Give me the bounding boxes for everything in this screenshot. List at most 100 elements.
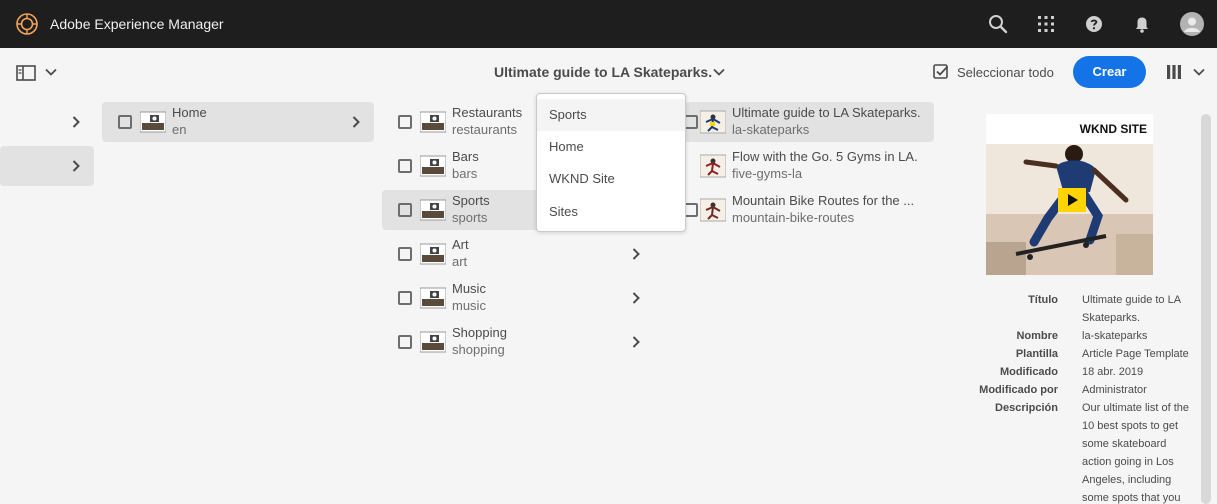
- item-name: sports: [452, 210, 488, 225]
- item-name: shopping: [452, 342, 505, 357]
- column-item-home[interactable]: Home en: [102, 102, 374, 142]
- page-thumbnail-icon: [420, 111, 446, 133]
- create-button[interactable]: Crear: [1073, 56, 1146, 88]
- item-title: Art: [452, 237, 469, 252]
- column-item[interactable]: [0, 102, 94, 142]
- view-chevron-down-icon[interactable]: [1193, 67, 1205, 77]
- app-title: Adobe Experience Manager: [50, 16, 224, 32]
- meta-value-modified-by: Administrator: [1082, 384, 1147, 396]
- item-title: Flow with the Go. 5 Gyms in LA.: [732, 149, 918, 164]
- meta-value-description-line: Our ultimate list of the: [1082, 402, 1189, 414]
- meta-value-modified: 18 abr. 2019: [1082, 366, 1144, 378]
- item-checkbox[interactable]: [684, 115, 698, 129]
- action-bar: Ultimate guide to LA Skateparks. Selecci…: [0, 48, 1217, 96]
- aem-logo-icon[interactable]: [16, 13, 38, 35]
- chevron-right-icon[interactable]: [632, 336, 640, 348]
- article-thumbnail-icon: [700, 198, 726, 222]
- item-name: en: [172, 122, 187, 137]
- search-icon[interactable]: [986, 12, 1010, 36]
- article-thumbnail-icon: [700, 110, 726, 134]
- column-item[interactable]: Music music: [382, 278, 654, 318]
- meta-value-title-line1: Ultimate guide to LA: [1082, 294, 1182, 306]
- user-avatar-icon[interactable]: [1180, 12, 1204, 36]
- item-checkbox[interactable]: [398, 247, 412, 261]
- item-title: Bars: [452, 149, 479, 164]
- breadcrumb-chevron-down-icon[interactable]: [713, 67, 725, 77]
- select-all-label: Seleccionar todo: [957, 64, 1054, 80]
- breadcrumb-menu-item[interactable]: Home: [537, 131, 685, 163]
- column-item-selected[interactable]: Ultimate guide to LA Skateparks. la-skat…: [682, 102, 934, 142]
- item-name: la-skateparks: [732, 122, 810, 137]
- apps-grid-icon[interactable]: [1034, 12, 1058, 36]
- meta-value-template: Article Page Template: [1082, 348, 1189, 360]
- item-name: five-gyms-la: [732, 166, 803, 181]
- item-checkbox[interactable]: [398, 159, 412, 173]
- item-title: Music: [452, 281, 486, 296]
- item-name: bars: [452, 166, 478, 181]
- item-checkbox[interactable]: [398, 291, 412, 305]
- item-name: mountain-bike-routes: [732, 210, 855, 225]
- chevron-right-icon[interactable]: [72, 160, 80, 172]
- item-checkbox[interactable]: [118, 115, 132, 129]
- chevron-right-icon[interactable]: [72, 116, 80, 128]
- column-item[interactable]: Mountain Bike Routes for the ... mountai…: [682, 190, 934, 230]
- preview-brand-text: WKND SITE: [1080, 122, 1147, 136]
- item-title: Mountain Bike Routes for the ...: [732, 193, 915, 208]
- column-root: [0, 96, 94, 504]
- meta-label-template: Plantilla: [1015, 348, 1058, 360]
- column-item[interactable]: Art art: [382, 234, 654, 274]
- item-name: restaurants: [452, 122, 518, 137]
- column-articles: Ultimate guide to LA Skateparks. la-skat…: [682, 96, 934, 504]
- page-thumbnail-icon: [420, 287, 446, 309]
- item-name: music: [452, 298, 486, 313]
- item-checkbox[interactable]: [398, 335, 412, 349]
- meta-value-description-line: action going in Los: [1082, 456, 1174, 468]
- page-thumbnail-icon: [420, 331, 446, 353]
- meta-label-name: Nombre: [1016, 330, 1058, 342]
- chevron-right-icon[interactable]: [632, 292, 640, 304]
- item-checkbox[interactable]: [398, 115, 412, 129]
- chevron-down-icon[interactable]: [45, 67, 57, 77]
- item-title: Restaurants: [452, 105, 523, 120]
- breadcrumb-menu-item[interactable]: Sports: [537, 99, 685, 131]
- select-all-checkbox-icon: [933, 64, 949, 79]
- page-thumbnail-icon: [420, 155, 446, 177]
- page-thumbnail-icon: [140, 111, 166, 133]
- notifications-icon[interactable]: [1130, 12, 1154, 36]
- item-checkbox[interactable]: [398, 203, 412, 217]
- select-all-button[interactable]: Seleccionar todo: [933, 64, 1054, 80]
- top-bar: Adobe Experience Manager: [0, 0, 1217, 48]
- column-language: Home en: [102, 96, 374, 504]
- item-name: art: [452, 254, 468, 269]
- column-item[interactable]: Flow with the Go. 5 Gyms in LA. five-gym…: [682, 146, 934, 186]
- meta-value-description-line: some skateboard: [1082, 438, 1167, 450]
- rail-toggle-icon[interactable]: [16, 65, 36, 81]
- item-checkbox[interactable]: [684, 203, 698, 217]
- breadcrumb-title[interactable]: Ultimate guide to LA Skateparks.: [494, 64, 712, 80]
- preview-scrollbar[interactable]: [1201, 114, 1211, 504]
- help-icon[interactable]: [1082, 12, 1106, 36]
- meta-value-name: la-skateparks: [1082, 330, 1148, 342]
- meta-value-description-line: Angeles, including: [1082, 474, 1172, 486]
- item-title: Shopping: [452, 325, 507, 340]
- chevron-right-icon[interactable]: [352, 116, 360, 128]
- column-view-icon[interactable]: [1166, 64, 1182, 80]
- breadcrumb-menu-item[interactable]: Sites: [537, 196, 685, 228]
- meta-label-modified-by: Modificado por: [979, 384, 1058, 396]
- page-thumbnail-icon: [420, 199, 446, 221]
- item-title: Ultimate guide to LA Skateparks.: [732, 105, 921, 120]
- chevron-right-icon[interactable]: [632, 248, 640, 260]
- meta-value-description-line: 10 best spots to get: [1082, 420, 1179, 432]
- meta-label-title: Título: [1028, 294, 1058, 306]
- breadcrumb-menu-item[interactable]: WKND Site: [537, 163, 685, 195]
- column-item[interactable]: Shopping shopping: [382, 322, 654, 362]
- item-title: Sports: [452, 193, 490, 208]
- breadcrumb-menu: Sports Home WKND Site Sites: [536, 93, 686, 232]
- page-thumbnail-icon: [420, 243, 446, 265]
- meta-value-description-line: some spots that you: [1082, 492, 1181, 504]
- article-thumbnail-icon: [700, 154, 726, 178]
- preview-thumbnail: WKND SITE: [986, 114, 1153, 275]
- meta-label-modified: Modificado: [999, 366, 1058, 378]
- meta-value-title-line2: Skateparks.: [1082, 312, 1141, 324]
- column-item-selected[interactable]: [0, 146, 94, 186]
